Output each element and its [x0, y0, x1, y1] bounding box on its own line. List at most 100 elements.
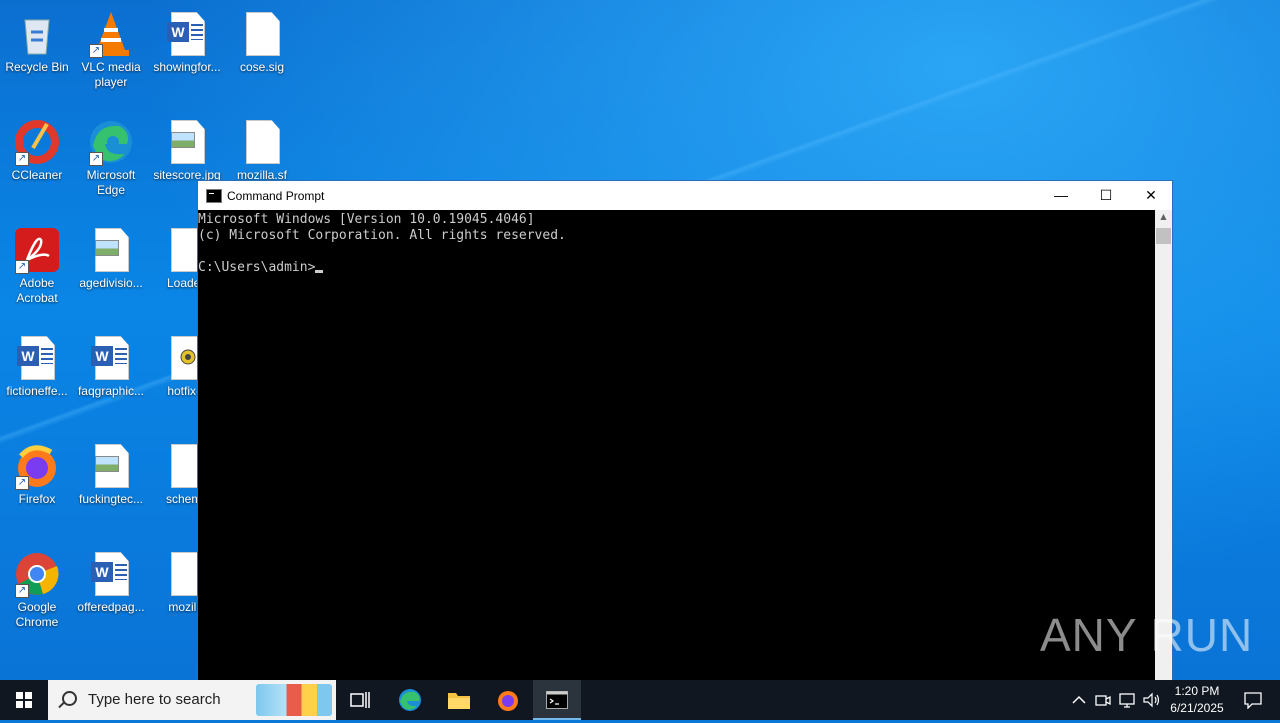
recycle-bin-icon [13, 10, 61, 58]
network-icon [1119, 693, 1135, 708]
desktop-icon-label: fuckingtec... [78, 492, 144, 506]
desktop-icon-agedivisio[interactable]: agedivisio... [74, 222, 148, 291]
taskbar-search-box[interactable]: Type here to search [48, 680, 336, 720]
folder-icon [448, 693, 470, 709]
desktop-icon-microsoft-edge[interactable]: ↗ Microsoft Edge [74, 114, 148, 198]
desktop-icon-label: offeredpag... [77, 600, 145, 614]
desktop-icon-faqgraphic[interactable]: W faqgraphic... [74, 330, 148, 399]
scroll-up-arrow-icon[interactable]: ▲ [1155, 212, 1172, 221]
task-view-button[interactable] [336, 680, 384, 720]
vlc-icon: ↗ [87, 10, 135, 58]
desktop-icon-vlc[interactable]: ↗ VLC media player [74, 6, 148, 90]
window-title: Command Prompt [227, 189, 325, 203]
clock-date: 6/21/2025 [1170, 701, 1224, 715]
tray-network[interactable] [1116, 680, 1138, 720]
console-line: Microsoft Windows [Version 10.0.19045.40… [198, 212, 535, 227]
speaker-icon [1143, 692, 1160, 708]
desktop-icon-label: Firefox [18, 492, 56, 506]
word-document-icon: W [163, 10, 211, 58]
desktop-icon-label: VLC media player [81, 60, 141, 89]
desktop-icon-label: Microsoft Edge [86, 168, 136, 197]
command-prompt-window[interactable]: Command Prompt — ☐ ✕ Microsoft Windows [… [197, 180, 1173, 680]
desktop-icon-adobe-acrobat[interactable]: ↗ Adobe Acrobat [0, 222, 74, 306]
anyrun-watermark: ANY RUN [1040, 609, 1254, 661]
desktop: Recycle Bin ↗ CCleaner ↗ Adobe Acrobat W… [0, 0, 1280, 680]
search-placeholder: Type here to search [88, 691, 221, 708]
windows-logo-icon [16, 692, 32, 708]
desktop-icon-ccleaner[interactable]: ↗ CCleaner [0, 114, 74, 183]
maximize-button[interactable]: ☐ [1083, 181, 1129, 210]
image-file-icon [87, 226, 135, 274]
acrobat-icon: ↗ [13, 226, 61, 274]
notification-icon [1244, 692, 1262, 709]
tray-meet-now[interactable] [1092, 680, 1114, 720]
shortcut-arrow-icon: ↗ [15, 584, 29, 598]
image-file-icon [163, 118, 211, 166]
desktop-icon-firefox[interactable]: ↗ Firefox [0, 438, 74, 507]
desktop-icon-label: showingfor... [153, 60, 221, 74]
chevron-up-icon [1072, 695, 1086, 704]
taskbar-file-explorer[interactable] [435, 680, 483, 720]
search-highlight-image [256, 684, 332, 716]
tray-volume[interactable] [1140, 680, 1162, 720]
close-button[interactable]: ✕ [1128, 181, 1174, 210]
desktop-icon-label: Recycle Bin [5, 60, 69, 74]
shortcut-arrow-icon: ↗ [15, 476, 29, 490]
firefox-icon [498, 691, 518, 711]
chrome-icon: ↗ [13, 550, 61, 598]
edge-icon: ↗ [87, 118, 135, 166]
desktop-icon-label: cose.sig [239, 60, 285, 74]
desktop-icon-sitescore[interactable]: sitescore.jpg [150, 114, 224, 183]
show-hidden-icons-button[interactable] [1068, 680, 1090, 720]
file-icon [238, 10, 286, 58]
shortcut-arrow-icon: ↗ [89, 152, 103, 166]
text-cursor [315, 270, 324, 273]
desktop-icon-label: agedivisio... [79, 276, 143, 290]
console-output[interactable]: Microsoft Windows [Version 10.0.19045.40… [198, 210, 1155, 680]
console-prompt: C:\Users\admin> [198, 260, 316, 275]
word-document-icon: W [87, 550, 135, 598]
desktop-icon-offeredpag[interactable]: W offeredpag... [74, 546, 148, 615]
desktop-icon-google-chrome[interactable]: ↗ Google Chrome [0, 546, 74, 630]
task-view-icon [350, 692, 370, 708]
window-titlebar[interactable]: Command Prompt — ☐ ✕ [198, 181, 1172, 210]
scrollbar-thumb[interactable] [1156, 228, 1171, 244]
desktop-icon-label: faqgraphic... [77, 384, 145, 398]
desktop-icon-recycle-bin[interactable]: Recycle Bin [0, 6, 74, 75]
start-button[interactable] [0, 680, 48, 720]
image-file-icon [87, 442, 135, 490]
ccleaner-icon: ↗ [13, 118, 61, 166]
taskbar-clock[interactable]: 1:20 PM 6/21/2025 [1165, 680, 1229, 723]
search-icon [62, 691, 77, 706]
desktop-icon-showingfor[interactable]: W showingfor... [150, 6, 224, 75]
clock-time: 1:20 PM [1174, 684, 1220, 698]
cmd-app-icon [206, 189, 222, 203]
desktop-icon-fictioneffe[interactable]: W fictioneffe... [0, 330, 74, 399]
shortcut-arrow-icon: ↗ [89, 44, 103, 58]
action-center-button[interactable] [1232, 680, 1272, 720]
camera-icon [1095, 695, 1111, 706]
taskbar-firefox[interactable] [484, 680, 532, 720]
cmd-icon [546, 691, 568, 709]
taskbar-command-prompt[interactable] [533, 680, 581, 720]
desktop-icon-label: CCleaner [11, 168, 63, 182]
firefox-icon: ↗ [13, 442, 61, 490]
desktop-icon-cose-sig[interactable]: cose.sig [225, 6, 299, 75]
desktop-icon-fuckingtec[interactable]: fuckingtec... [74, 438, 148, 507]
shortcut-arrow-icon: ↗ [15, 260, 29, 274]
desktop-icon-label: fictioneffe... [6, 384, 68, 398]
word-document-icon: W [87, 334, 135, 382]
edge-icon [399, 689, 421, 711]
taskbar-edge[interactable] [386, 680, 434, 720]
desktop-icon-mozilla-sf[interactable]: mozilla.sf [225, 114, 299, 183]
console-line: (c) Microsoft Corporation. All rights re… [198, 228, 566, 243]
minimize-button[interactable]: — [1038, 181, 1084, 210]
desktop-icon-label: Adobe Acrobat [16, 276, 58, 305]
taskbar: Type here to search 1:20 PM 6/21/2025 [0, 680, 1280, 720]
desktop-icon-label: Google Chrome [15, 600, 59, 629]
console-prompt-line: C:\Users\admin> [198, 260, 1155, 276]
file-icon [238, 118, 286, 166]
word-document-icon: W [13, 334, 61, 382]
shortcut-arrow-icon: ↗ [15, 152, 29, 166]
